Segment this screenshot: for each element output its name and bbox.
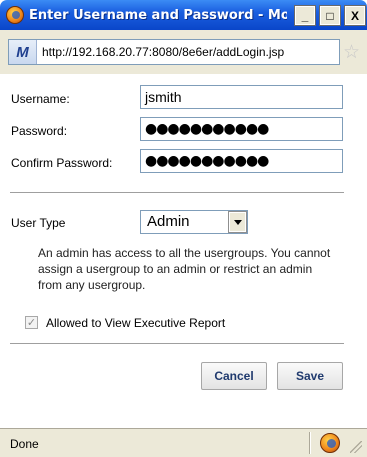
status-divider bbox=[309, 432, 311, 454]
bookmark-star-icon[interactable]: ☆ bbox=[343, 41, 360, 64]
user-type-value: Admin bbox=[147, 213, 190, 230]
window-title: Enter Username and Password - Mozill... bbox=[29, 7, 287, 23]
user-type-label: User Type bbox=[11, 216, 66, 230]
firefox-status-icon bbox=[320, 433, 340, 453]
status-bar: Done bbox=[0, 428, 367, 457]
status-text: Done bbox=[10, 437, 39, 451]
password-input[interactable]: ●●●●●●●●●●● bbox=[140, 117, 343, 141]
url-field[interactable]: M http://192.168.20.77:8080/8e6er/addLog… bbox=[8, 39, 340, 65]
user-type-description: An admin has access to all the usergroup… bbox=[38, 246, 331, 292]
password-label: Password: bbox=[11, 124, 68, 138]
username-input[interactable]: jsmith bbox=[140, 85, 343, 109]
address-bar: M http://192.168.20.77:8080/8e6er/addLog… bbox=[0, 30, 367, 74]
dropdown-arrow-icon[interactable] bbox=[228, 211, 247, 233]
site-favicon-icon: M bbox=[9, 40, 37, 64]
save-button[interactable]: Save bbox=[277, 362, 343, 390]
minimize-button[interactable]: _ bbox=[294, 5, 316, 26]
confirm-password-input[interactable]: ●●●●●●●●●●● bbox=[140, 149, 343, 173]
url-text: http://192.168.20.77:8080/8e6er/addLogin… bbox=[42, 45, 285, 59]
divider bbox=[10, 192, 344, 194]
executive-report-checkbox[interactable]: ✓ bbox=[25, 316, 38, 329]
username-label: Username: bbox=[11, 92, 70, 106]
window-titlebar: Enter Username and Password - Mozill... … bbox=[0, 0, 367, 30]
executive-report-label: Allowed to View Executive Report bbox=[46, 316, 226, 330]
divider bbox=[10, 343, 344, 345]
resize-grip-icon[interactable] bbox=[350, 441, 362, 453]
cancel-button[interactable]: Cancel bbox=[201, 362, 267, 390]
confirm-password-label: Confirm Password: bbox=[11, 156, 113, 170]
close-button[interactable]: X bbox=[344, 5, 366, 26]
user-type-select[interactable]: Admin bbox=[140, 210, 248, 234]
maximize-button[interactable]: □ bbox=[319, 5, 341, 26]
firefox-icon bbox=[6, 6, 24, 24]
